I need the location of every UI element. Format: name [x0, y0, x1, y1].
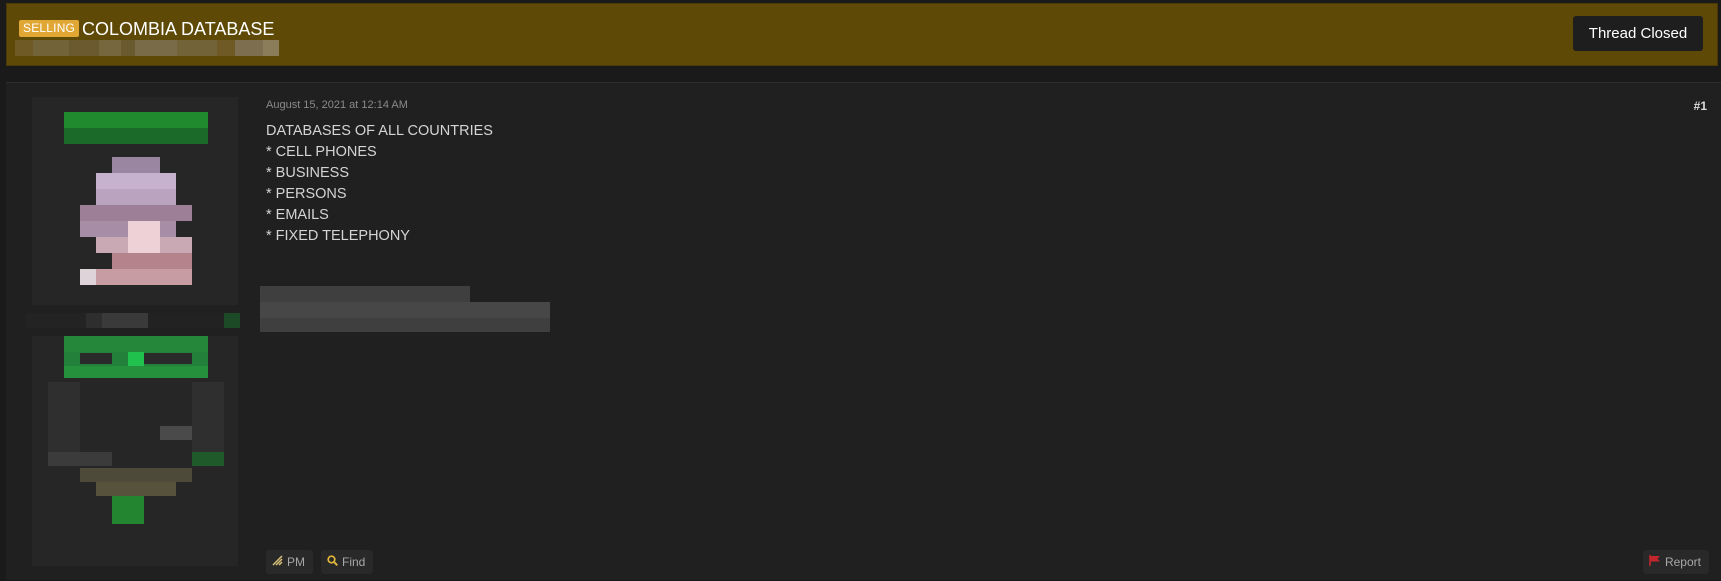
post-number[interactable]: #1	[1694, 99, 1707, 113]
user-column	[26, 91, 240, 581]
blurred-subtitle	[15, 40, 305, 56]
user-title-bar	[26, 313, 240, 328]
post-line: * BUSINESS	[266, 165, 349, 181]
post-line: * FIXED TELEPHONY	[266, 228, 410, 244]
post-line: * EMAILS	[266, 207, 329, 223]
post-body: DATABASES OF ALL COUNTRIES * CELL PHONES…	[266, 121, 493, 247]
thread-closed-button[interactable]: Thread Closed	[1573, 16, 1703, 51]
search-icon	[327, 550, 338, 574]
thread-title: COLOMBIA DATABASE	[82, 19, 275, 39]
post: August 15, 2021 at 12:14 AM #1 DATABASES…	[6, 82, 1721, 580]
find-button[interactable]: Find	[321, 550, 374, 574]
report-button[interactable]: Report	[1642, 550, 1709, 574]
pm-icon	[272, 550, 283, 574]
flag-icon	[1649, 550, 1661, 574]
avatar[interactable]	[32, 97, 238, 305]
post-line: DATABASES OF ALL COUNTRIES	[266, 123, 493, 139]
blurred-contact-info	[260, 286, 550, 336]
find-label: Find	[342, 555, 366, 569]
pm-button[interactable]: PM	[266, 550, 313, 574]
prefix-badge[interactable]: SELLING	[19, 20, 80, 37]
post-line: * CELL PHONES	[266, 144, 377, 160]
thread-header: SELLING COLOMBIA DATABASE Thread Closed	[6, 3, 1718, 66]
user-banner	[32, 336, 238, 566]
post-date[interactable]: August 15, 2021 at 12:14 AM	[266, 99, 408, 111]
post-line: * PERSONS	[266, 186, 347, 202]
report-label: Report	[1664, 555, 1701, 569]
pm-label: PM	[287, 555, 305, 569]
